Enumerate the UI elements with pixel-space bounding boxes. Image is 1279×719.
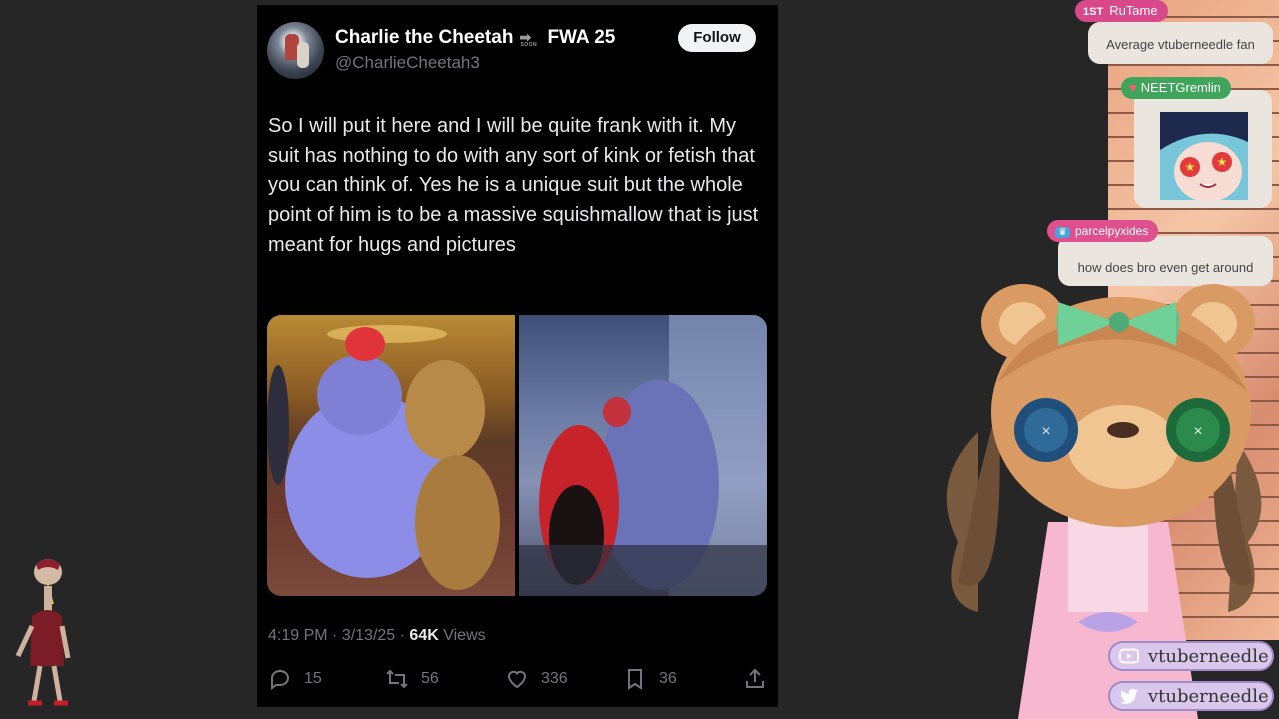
twitter-icon — [1119, 688, 1139, 705]
svg-text:★: ★ — [1217, 155, 1228, 169]
youtube-channel-tag[interactable]: vtuberneedle — [1108, 641, 1274, 671]
bird-mascot-figure — [15, 559, 71, 706]
chat-message-emote: ★ ★ — [1134, 90, 1272, 208]
tweet-text: So I will put it here and I will be quit… — [268, 115, 759, 256]
views-count: 64K — [409, 627, 439, 644]
follow-button[interactable]: Follow — [678, 24, 756, 52]
author-name[interactable]: Charlie the Cheetah — [335, 27, 513, 48]
reply-count: 15 — [304, 670, 322, 687]
chat-message: Average vtuberneedle fan — [1088, 22, 1273, 64]
share-button[interactable] — [743, 665, 778, 693]
tweet-photo-right[interactable] — [519, 315, 767, 596]
repost-button[interactable]: 56 — [385, 665, 439, 693]
chat-username-neetgremlin: ♥ NEETGremlin — [1121, 77, 1231, 99]
reply-button[interactable]: 15 — [268, 665, 322, 693]
soon-arrow-icon: ➡ SOON — [519, 28, 538, 48]
anime-emote-image: ★ ★ — [1160, 112, 1248, 200]
like-icon — [507, 670, 527, 689]
tweet-actions: 15 56 336 36 — [257, 665, 778, 695]
chat-username-rutame: 1ST RuTame — [1075, 0, 1168, 22]
tweet-card: Charlie the Cheetah ➡ SOON FWA 25 @CharlieC… — [257, 5, 778, 707]
repost-icon — [386, 669, 408, 689]
bookmark-icon — [628, 669, 642, 690]
svg-text:×: × — [1193, 423, 1202, 440]
crown-badge-icon: ♛ — [1055, 227, 1070, 238]
like-button[interactable]: 336 — [505, 665, 568, 693]
author-name-row[interactable]: Charlie the Cheetah ➡ SOON FWA 25 — [335, 27, 615, 49]
like-count: 336 — [541, 670, 568, 687]
reply-icon — [271, 669, 290, 690]
twitter-handle-tag[interactable]: vtuberneedle — [1108, 681, 1274, 711]
chat-username-parcelpyxides: ♛ parcelpyxides — [1047, 220, 1159, 242]
repost-count: 56 — [421, 670, 439, 687]
tweet-timestamp[interactable]: 4:19 PM · 3/13/25 · 64K Views — [268, 627, 486, 645]
event-name: FWA 25 — [547, 27, 616, 48]
author-handle[interactable]: @CharlieCheetah3 — [335, 53, 480, 73]
tweet-photo-left[interactable] — [267, 315, 515, 596]
bookmark-button[interactable]: 36 — [623, 665, 677, 693]
author-avatar[interactable] — [267, 22, 324, 79]
bookmark-count: 36 — [659, 670, 677, 687]
svg-text:★: ★ — [1185, 160, 1196, 174]
first-badge-icon: 1ST — [1083, 6, 1104, 18]
svg-text:×: × — [1041, 423, 1050, 440]
heart-badge-icon: ♥ — [1129, 80, 1137, 95]
share-icon — [746, 668, 764, 688]
chat-message: how does bro even get around — [1058, 236, 1273, 286]
youtube-icon — [1118, 648, 1140, 664]
